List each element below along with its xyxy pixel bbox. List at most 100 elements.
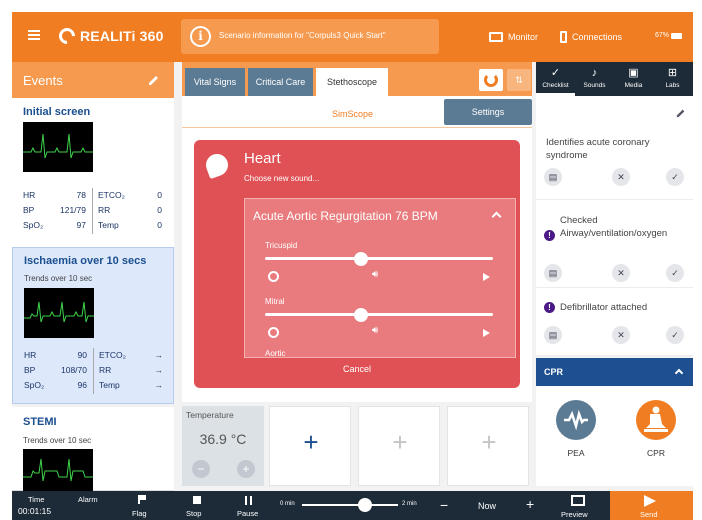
cancel-button[interactable]: Cancel <box>194 364 520 382</box>
bp-value: 108/70 <box>61 365 87 375</box>
hr-label: HR <box>23 190 36 200</box>
tab-checklist[interactable]: ✓ Checklist <box>536 62 575 96</box>
add-tile-button[interactable]: + <box>447 406 529 486</box>
preview-icon[interactable] <box>571 495 585 506</box>
ecg-thumbnail <box>23 122 93 172</box>
cpr-button[interactable] <box>636 400 676 440</box>
battery-percent: 67% <box>655 32 670 39</box>
simscope-label[interactable]: SimScope <box>332 109 373 119</box>
settings-button[interactable]: Settings <box>444 99 532 125</box>
tab-labs[interactable]: ⊞ Labs <box>653 62 692 96</box>
mitral-slider-knob[interactable] <box>353 308 368 322</box>
stethoscope-panel: SimScope Settings Heart Choose new sound… <box>182 96 532 402</box>
pause-label[interactable]: Pause <box>237 509 258 518</box>
tab-critical-care[interactable]: Critical Care <box>248 68 313 96</box>
checklist-item-text: Checked Airway/ventilation/oxygen <box>560 215 668 239</box>
flag-icon[interactable] <box>138 495 146 504</box>
waveform-icon <box>564 409 588 431</box>
check-icon[interactable]: ✓ <box>666 264 684 282</box>
event-card-subtitle: Trends over 10 sec <box>24 274 93 283</box>
flag-label[interactable]: Flag <box>132 509 147 518</box>
timeline-slider[interactable]: 0 min 2 min <box>280 495 430 515</box>
spo2-value: 96 <box>77 380 87 390</box>
history-icon[interactable] <box>268 327 279 338</box>
add-tile-button[interactable]: + <box>269 406 351 486</box>
temperature-label: Temperature <box>186 410 234 420</box>
check-icon[interactable]: ✓ <box>666 326 684 344</box>
edit-pencil-icon[interactable] <box>148 74 160 86</box>
sound-name: Acute Aortic Regurgitation 76 BPM <box>253 209 438 223</box>
alarm-label[interactable]: Alarm <box>78 495 98 504</box>
vitals-divider <box>92 188 93 234</box>
cpr-title: CPR <box>544 367 564 377</box>
comment-icon[interactable]: ▤ <box>544 168 562 186</box>
close-icon[interactable]: ✕ <box>612 264 630 282</box>
close-icon[interactable]: ✕ <box>612 168 630 186</box>
preview-label[interactable]: Preview <box>561 510 588 519</box>
connections-button[interactable]: Connections <box>560 25 622 49</box>
speaker-icon[interactable]: 🔊︎ <box>372 325 378 336</box>
comment-icon[interactable]: ▤ <box>544 326 562 344</box>
tricuspid-volume-slider[interactable] <box>265 257 493 260</box>
event-card-ischaemia[interactable]: Ischaemia over 10 secs Trends over 10 se… <box>12 247 174 404</box>
temperature-tile: Temperature 36.9 °C − + <box>182 406 264 486</box>
history-icon[interactable] <box>268 271 279 282</box>
play-icon[interactable] <box>483 273 490 281</box>
check-icon[interactable]: ✓ <box>666 168 684 186</box>
cpr-person-icon <box>644 406 668 432</box>
menu-icon[interactable] <box>28 30 40 40</box>
scenario-info-button[interactable]: i Scenario information for "Corpuls3 Qui… <box>181 19 439 54</box>
hr-value: 78 <box>76 190 86 200</box>
edit-pencil-icon[interactable] <box>676 108 686 118</box>
event-card-initial[interactable]: Initial screen HR 78 BP 121/79 SpO₂ 97 E… <box>12 98 174 248</box>
stop-icon[interactable] <box>193 496 201 504</box>
speaker-icon[interactable]: 🔊︎ <box>372 269 378 280</box>
sliders-icon[interactable]: ⇅ <box>507 69 531 91</box>
rr-label: RR <box>98 205 111 215</box>
pea-label: PEA <box>567 448 585 458</box>
choose-sound-link[interactable]: Choose new sound... <box>244 174 319 183</box>
monitor-button[interactable]: Monitor <box>489 25 538 49</box>
spo2-label: SpO₂ <box>23 220 44 230</box>
spo2-value: 97 <box>76 220 86 230</box>
send-button[interactable]: Send <box>610 491 693 520</box>
temperature-value: 36.9 °C <box>199 431 247 447</box>
tab-sounds-label: Sounds <box>583 82 606 89</box>
comment-icon[interactable]: ▤ <box>544 264 562 282</box>
tab-media[interactable]: ▣ Media <box>614 62 653 96</box>
now-button[interactable]: Now <box>478 501 496 511</box>
heart-sound-dialog: Heart Choose new sound... Acute Aortic R… <box>194 140 520 388</box>
tab-checklist-label: Checklist <box>542 82 569 89</box>
tab-vital-signs[interactable]: Vital Signs <box>185 68 245 96</box>
send-label: Send <box>640 510 658 519</box>
plus-box-icon: ⊞ <box>667 67 678 79</box>
event-card-title: Initial screen <box>23 106 91 118</box>
close-icon[interactable]: ✕ <box>612 326 630 344</box>
timeline-plus-button[interactable]: + <box>526 496 534 512</box>
timeline-knob[interactable] <box>358 498 372 512</box>
pea-button[interactable] <box>556 400 596 440</box>
event-card-stemi[interactable]: STEMI Trends over 10 sec <box>12 407 174 491</box>
add-tile-button[interactable]: + <box>358 406 440 486</box>
music-note-icon: ♪ <box>591 67 598 79</box>
temperature-increase-button[interactable]: + <box>237 460 255 478</box>
spo2-label: SpO₂ <box>24 380 45 390</box>
play-icon[interactable] <box>483 329 490 337</box>
send-icon <box>644 495 656 507</box>
tab-labs-label: Labs <box>665 82 680 89</box>
tricuspid-slider-knob[interactable] <box>353 252 368 266</box>
tab-stethoscope[interactable]: Stethoscope <box>316 68 388 96</box>
temp-trend: → <box>154 380 164 390</box>
temperature-decrease-button[interactable]: − <box>192 460 210 478</box>
tab-sounds[interactable]: ♪ Sounds <box>575 62 614 96</box>
mitral-volume-slider[interactable] <box>265 313 493 316</box>
chevron-up-icon[interactable] <box>491 211 502 222</box>
pause-icon[interactable] <box>245 496 252 505</box>
timeline-end-label: 2 min <box>402 501 417 507</box>
stop-label[interactable]: Stop <box>186 509 201 518</box>
cpr-header[interactable]: CPR <box>536 358 693 386</box>
refresh-icon[interactable] <box>479 69 503 91</box>
timeline-track[interactable] <box>302 504 398 506</box>
timeline-minus-button[interactable]: − <box>440 497 448 513</box>
battery-icon <box>671 32 683 39</box>
